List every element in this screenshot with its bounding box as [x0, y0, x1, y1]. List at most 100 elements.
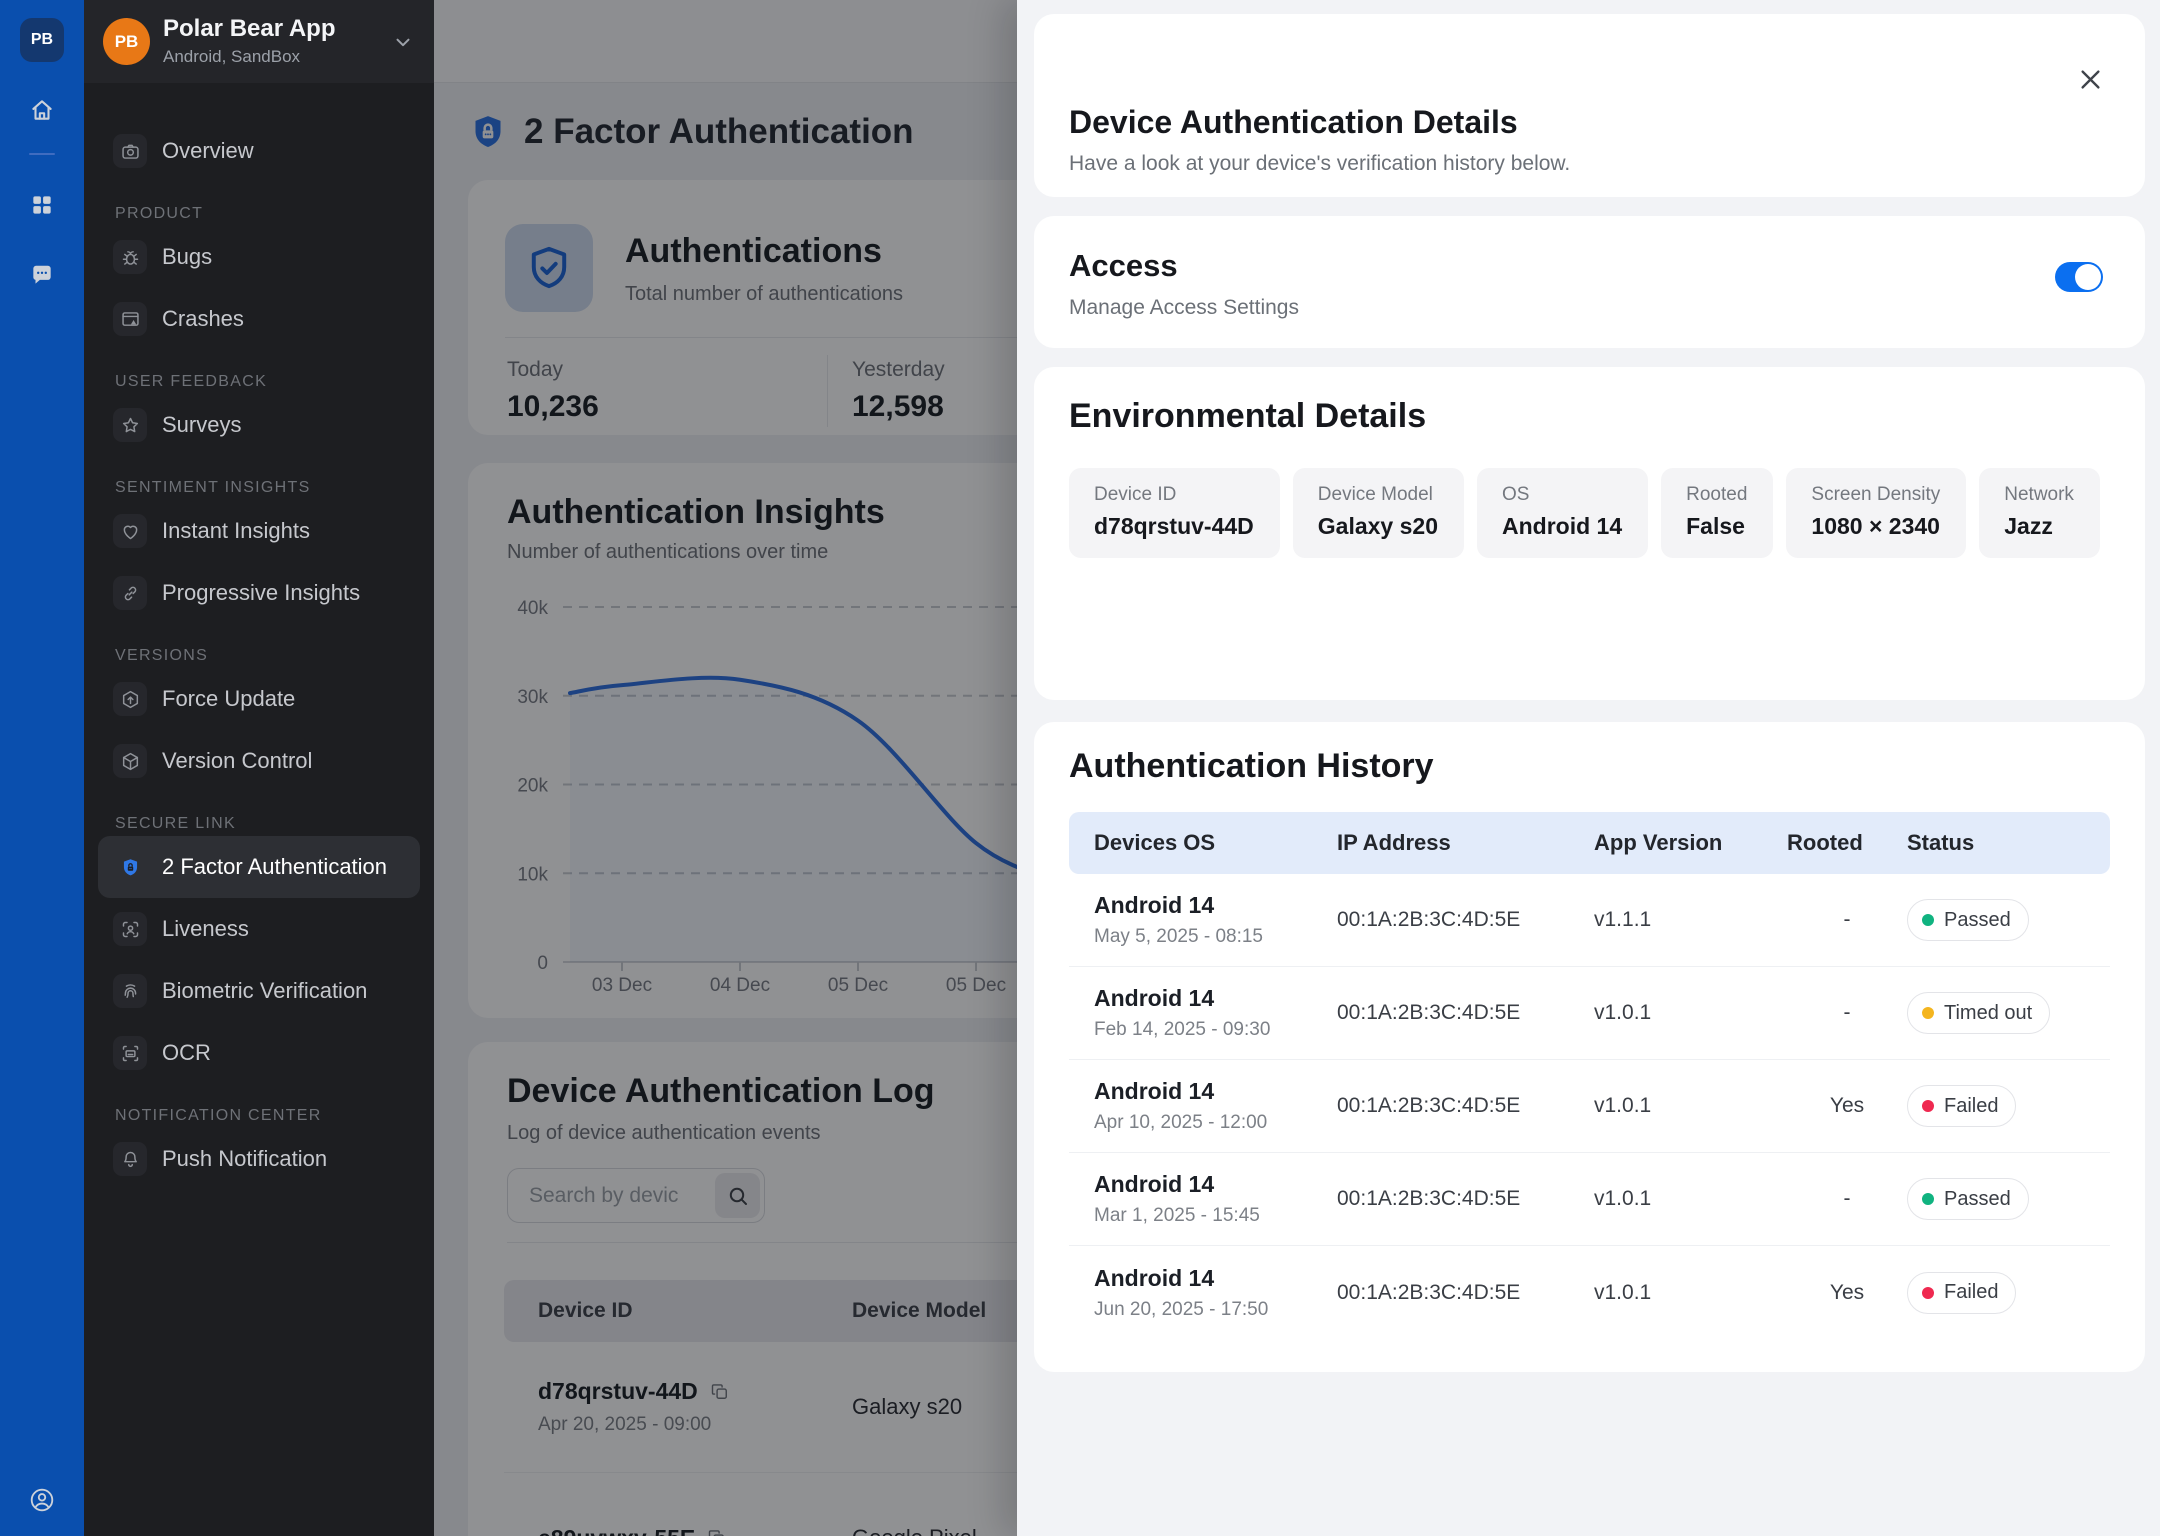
history-os: Android 14: [1094, 892, 1337, 919]
history-title: Authentication History: [1069, 747, 1434, 786]
status-dot-icon: [1922, 914, 1934, 926]
history-rooted: -: [1787, 908, 1907, 932]
history-app-version: v1.0.1: [1594, 1281, 1787, 1305]
history-status-cell: Timed out: [1907, 992, 2110, 1034]
history-rooted: Yes: [1787, 1094, 1907, 1118]
env-field-os: OSAndroid 14: [1477, 468, 1648, 558]
history-status-cell: Passed: [1907, 1178, 2110, 1220]
environment-fields: Device IDd78qrstuv-44DDevice ModelGalaxy…: [1069, 468, 2110, 558]
history-row: Android 14Feb 14, 2025 - 09:3000:1A:2B:3…: [1069, 967, 2110, 1060]
profile-icon[interactable]: [29, 1487, 55, 1513]
history-table-header: Devices OSIP AddressApp VersionRootedSta…: [1069, 812, 2110, 874]
sidebar-item-overview[interactable]: Overview: [98, 120, 420, 182]
history-rooted: Yes: [1787, 1281, 1907, 1305]
sidebar-item-label: Instant Insights: [162, 518, 310, 544]
sidebar-item-instant-insights[interactable]: Instant Insights: [98, 500, 420, 562]
history-date: Apr 10, 2025 - 12:00: [1094, 1112, 1337, 1134]
status-badge: Failed: [1907, 1085, 2016, 1127]
fingerprint-icon: [113, 974, 147, 1008]
env-field-device-model: Device ModelGalaxy s20: [1293, 468, 1464, 558]
sidebar-item-bugs[interactable]: Bugs: [98, 226, 420, 288]
sidebar-item-label: Force Update: [162, 686, 295, 712]
history-os-cell: Android 14Mar 1, 2025 - 15:45: [1069, 1171, 1337, 1227]
history-status-cell: Passed: [1907, 899, 2110, 941]
status-label: Passed: [1944, 909, 2011, 932]
drawer-subtitle: Have a look at your device's verificatio…: [1069, 152, 1570, 176]
camera-overview-icon: [113, 134, 147, 168]
chevron-down-icon: [392, 31, 414, 53]
sidebar: PB Polar Bear App Android, SandBox Overv…: [84, 0, 434, 1536]
sidebar-section-label: PRODUCT: [98, 202, 420, 226]
status-label: Failed: [1944, 1281, 1998, 1304]
access-title: Access: [1069, 248, 1178, 284]
app-switcher[interactable]: PB Polar Bear App Android, SandBox: [84, 0, 434, 83]
drawer-header-card: Device Authentication Details Have a loo…: [1034, 14, 2145, 197]
toggle-knob: [2075, 264, 2101, 290]
access-toggle[interactable]: [2055, 262, 2103, 292]
env-field-screen-density: Screen Density1080 × 2340: [1786, 468, 1966, 558]
env-field-network: NetworkJazz: [1979, 468, 2100, 558]
sidebar-item-push-notification[interactable]: Push Notification: [98, 1128, 420, 1190]
history-date: Feb 14, 2025 - 09:30: [1094, 1019, 1337, 1041]
heart-icon: [113, 514, 147, 548]
sidebar-item-liveness[interactable]: Liveness: [98, 898, 420, 960]
sidebar-item-label: Biometric Verification: [162, 978, 367, 1004]
face-scan-icon: [113, 912, 147, 946]
sidebar-item-label: Bugs: [162, 244, 212, 270]
sidebar-item-label: 2 Factor Authentication: [162, 854, 387, 880]
status-dot-icon: [1922, 1193, 1934, 1205]
status-dot-icon: [1922, 1007, 1934, 1019]
history-os: Android 14: [1094, 1171, 1337, 1198]
sidebar-item-2-factor-authentication[interactable]: 2 Factor Authentication: [98, 836, 420, 898]
history-column-status: Status: [1907, 830, 2110, 856]
status-badge: Failed: [1907, 1272, 2016, 1314]
history-app-version: v1.0.1: [1594, 1094, 1787, 1118]
shield-lock-icon: [113, 850, 147, 884]
icon-rail: PB: [0, 0, 84, 1536]
workspace-badge[interactable]: PB: [20, 18, 64, 62]
env-field-value: Android 14: [1502, 513, 1622, 540]
device-details-drawer: Device Authentication Details Have a loo…: [1017, 0, 2160, 1536]
sidebar-item-label: Surveys: [162, 412, 241, 438]
sidebar-item-label: Liveness: [162, 916, 249, 942]
history-date: May 5, 2025 - 08:15: [1094, 926, 1337, 948]
apps-grid-icon[interactable]: [29, 192, 55, 218]
status-label: Timed out: [1944, 1002, 2032, 1025]
cube-icon: [113, 744, 147, 778]
sidebar-item-force-update[interactable]: Force Update: [98, 668, 420, 730]
history-row: Android 14Jun 20, 2025 - 17:5000:1A:2B:3…: [1069, 1246, 2110, 1339]
history-ip: 00:1A:2B:3C:4D:5E: [1337, 1094, 1594, 1118]
sidebar-item-surveys[interactable]: Surveys: [98, 394, 420, 456]
status-dot-icon: [1922, 1287, 1934, 1299]
history-column-rooted: Rooted: [1787, 830, 1907, 856]
history-os-cell: Android 14Feb 14, 2025 - 09:30: [1069, 985, 1337, 1041]
chat-icon[interactable]: [29, 262, 55, 288]
sidebar-item-crashes[interactable]: Crashes: [98, 288, 420, 350]
history-row: Android 14 Apr 10, 2025 - 12:0000:1A:2B:3…: [1069, 1060, 2110, 1153]
status-badge: Timed out: [1907, 992, 2050, 1034]
sidebar-item-label: Crashes: [162, 306, 244, 332]
env-field-label: Network: [2004, 484, 2074, 506]
history-date: Jun 20, 2025 - 17:50: [1094, 1299, 1337, 1321]
history-ip: 00:1A:2B:3C:4D:5E: [1337, 908, 1594, 932]
history-os: Android 14: [1094, 1078, 1337, 1105]
status-badge: Passed: [1907, 1178, 2029, 1220]
sidebar-item-ocr[interactable]: OCR: [98, 1022, 420, 1084]
history-ip: 00:1A:2B:3C:4D:5E: [1337, 1001, 1594, 1025]
link-icon: [113, 576, 147, 610]
status-badge: Passed: [1907, 899, 2029, 941]
history-os: Android 14: [1094, 1265, 1337, 1292]
history-row: Android 14Mar 1, 2025 - 15:4500:1A:2B:3C…: [1069, 1153, 2110, 1246]
home-icon[interactable]: [29, 97, 55, 123]
close-button[interactable]: [2073, 62, 2107, 96]
sidebar-section-label: USER FEEDBACK: [98, 370, 420, 394]
sidebar-item-progressive-insights[interactable]: Progressive Insights: [98, 562, 420, 624]
id-scan-icon: [113, 1036, 147, 1070]
history-rooted: -: [1787, 1001, 1907, 1025]
status-label: Failed: [1944, 1095, 1998, 1118]
sidebar-item-biometric-verification[interactable]: Biometric Verification: [98, 960, 420, 1022]
app-name: Polar Bear App: [163, 16, 392, 42]
sidebar-item-label: Progressive Insights: [162, 580, 360, 606]
sidebar-item-version-control[interactable]: Version Control: [98, 730, 420, 792]
sidebar-nav: Overview PRODUCT Bugs Crashes USER FEEDBACK S…: [84, 83, 434, 1190]
